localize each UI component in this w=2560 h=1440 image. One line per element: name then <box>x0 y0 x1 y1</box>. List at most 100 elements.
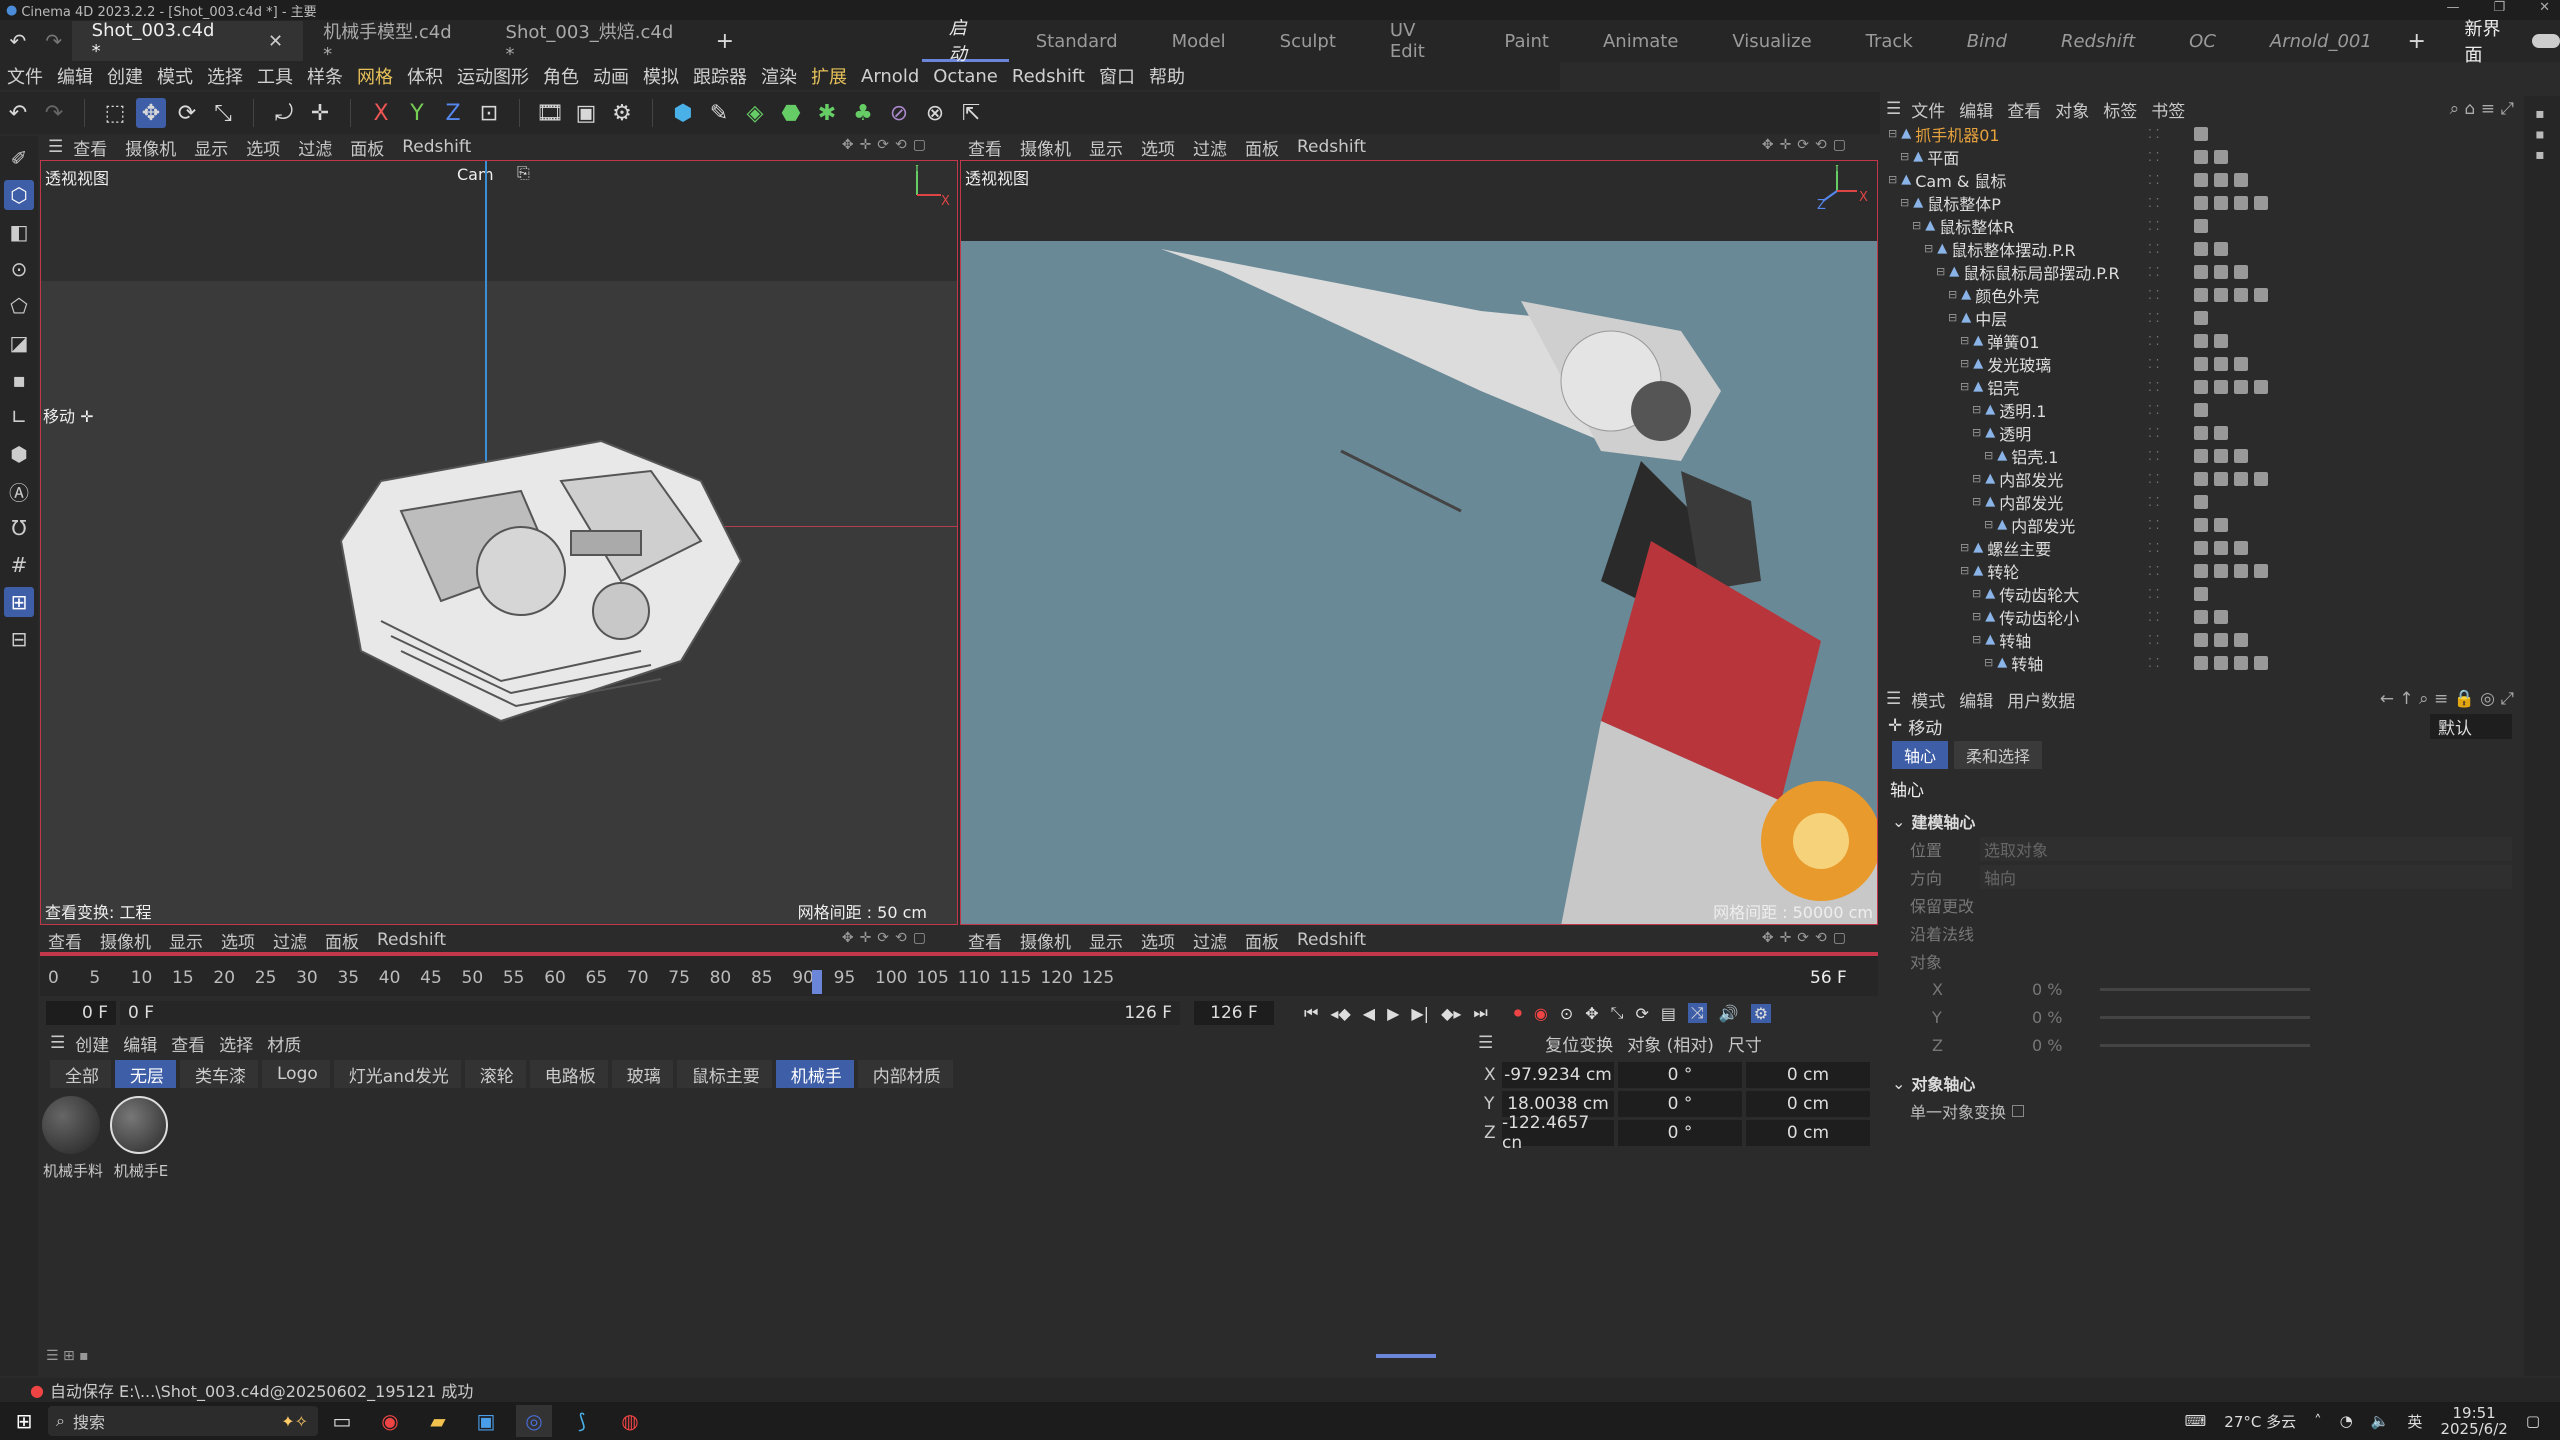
vp-menu-panel[interactable]: 面板 <box>350 135 384 160</box>
close-icon[interactable]: ✕ <box>268 31 283 52</box>
obj-menu-tags[interactable]: 标签 <box>2103 97 2137 122</box>
vp4-menu-view[interactable]: 查看 <box>968 928 1002 953</box>
object-tags[interactable] <box>2194 448 2248 463</box>
viewport-perspective-right[interactable]: 透视视图 Y Z X 网格间距 : 50000 cm <box>960 160 1878 925</box>
menu-item[interactable]: 窗口 <box>1092 63 1142 89</box>
solo-icon[interactable]: ⬢ <box>4 439 34 469</box>
vp4-menu-camera[interactable]: 摄像机 <box>1020 928 1071 953</box>
tag-icon[interactable] <box>2194 287 2208 302</box>
vp-menu-camera[interactable]: 摄像机 <box>125 135 176 160</box>
redo-icon[interactable]: ↷ <box>39 26 69 56</box>
network-icon[interactable]: ◔ <box>2340 1412 2353 1430</box>
expand-icon[interactable]: ⊟ <box>1948 311 1957 324</box>
visibility-dots[interactable]: ⁚ ⁚ <box>2148 334 2159 348</box>
visibility-dots[interactable]: ⁚ ⁚ <box>2148 449 2159 463</box>
object-row[interactable]: ⊟ ▲ 转轴 ⁚ ⁚ <box>1882 628 2522 651</box>
obj-menu-file[interactable]: 文件 <box>1911 97 1945 122</box>
select-live-icon[interactable]: ⬚ <box>100 98 130 128</box>
close-icon[interactable]: ✕ <box>2539 0 2550 15</box>
object-tags[interactable] <box>2194 264 2248 279</box>
coord-system-icon[interactable]: ⊡ <box>474 98 504 128</box>
object-row[interactable]: ⊟ ▲ 颜色外壳 ⁚ ⁚ <box>1882 283 2522 306</box>
tag-icon[interactable] <box>2194 126 2208 141</box>
scale-tool-icon[interactable]: ⤡ <box>208 98 238 128</box>
axis-value[interactable]: 0 % <box>2032 980 2092 999</box>
doc-tab-robot-model[interactable]: 机械手模型.c4d * <box>303 21 485 65</box>
menu-item[interactable]: 网格 <box>350 63 400 89</box>
keyframe-selection-icon[interactable]: ⊙ <box>1560 1004 1573 1023</box>
tag-icon[interactable] <box>2214 563 2228 578</box>
go-to-start-icon[interactable]: ⏮ <box>1304 1003 1318 1023</box>
object-row[interactable]: ⊟ ▲ 弹簧01 ⁚ ⁚ <box>1882 329 2522 352</box>
tag-icon[interactable] <box>2194 448 2208 463</box>
layout-tab[interactable]: Redshift <box>2034 20 2162 62</box>
tray-arrow-icon[interactable]: ˄ <box>2314 1412 2322 1430</box>
new-layout-button[interactable]: 新界面 <box>2464 15 2518 67</box>
render-view-icon[interactable]: 🎞 <box>535 98 565 128</box>
vp2-menu-display[interactable]: 显示 <box>1089 135 1123 160</box>
attr-value[interactable]: 选取对象 <box>1980 837 2512 861</box>
mat-menu-material[interactable]: 材质 <box>267 1031 301 1056</box>
cinema4d-icon[interactable]: ◎ <box>516 1405 552 1437</box>
tag-icon[interactable] <box>2234 379 2248 394</box>
layout-tab[interactable]: Model <box>1145 20 1253 62</box>
menu-item[interactable]: Arnold <box>854 66 926 87</box>
object-tags[interactable] <box>2194 149 2228 164</box>
group-object-pivot[interactable]: ⌄ 对象轴心 <box>1882 1069 2522 1097</box>
weather-text[interactable]: 27°C 多云 <box>2224 1411 2296 1432</box>
generator-icon[interactable]: ⬣ <box>776 98 806 128</box>
tag-icon[interactable] <box>2194 655 2208 670</box>
vp3-menu-view[interactable]: 查看 <box>48 928 82 953</box>
viewport-perspective-left[interactable]: 透视视图 Cam ⎘ 移动 ✛ Y X 查看变换: 工程 网格间距 : 50 c… <box>40 160 958 925</box>
expand-icon[interactable]: ⊟ <box>1924 242 1933 255</box>
expand-icon[interactable]: ⊟ <box>1972 610 1981 623</box>
search-icon[interactable]: ⌕ ⌂ ≡ ⤢ <box>2450 99 2514 119</box>
material-layer-tab[interactable]: 类车漆 <box>180 1060 258 1088</box>
expand-icon[interactable]: ⊟ <box>1936 265 1945 278</box>
vp-menu-display[interactable]: 显示 <box>194 135 228 160</box>
field-icon[interactable]: ⊘ <box>884 98 914 128</box>
expand-icon[interactable]: ⊟ <box>1960 380 1969 393</box>
object-tags[interactable] <box>2194 609 2228 624</box>
scale-key-icon[interactable]: ⤡ <box>1611 1003 1624 1023</box>
texture-mode-icon[interactable]: ◧ <box>4 217 34 247</box>
object-tags[interactable] <box>2194 494 2208 509</box>
object-row[interactable]: ⊟ ▲ 传动齿轮小 ⁚ ⁚ <box>1882 605 2522 628</box>
tag-icon[interactable] <box>2234 356 2248 371</box>
material-layer-tab[interactable]: 机械手 <box>775 1060 854 1088</box>
tag-icon[interactable] <box>2234 287 2248 302</box>
minimize-icon[interactable]: — <box>2446 0 2459 15</box>
visibility-dots[interactable]: ⁚ ⁚ <box>2148 564 2159 578</box>
start-frame-field[interactable]: 0 F <box>46 1001 116 1025</box>
object-row[interactable]: ⊟ ▲ 铝壳 ⁚ ⁚ <box>1882 375 2522 398</box>
object-tags[interactable] <box>2194 402 2208 417</box>
object-tags[interactable] <box>2194 586 2208 601</box>
menu-item[interactable]: 跟踪器 <box>686 63 754 89</box>
tag-icon[interactable] <box>2194 609 2208 624</box>
sound-icon[interactable]: 🔊 <box>1719 1004 1739 1023</box>
robot-arm-render[interactable] <box>961 161 1878 925</box>
tag-icon[interactable] <box>2254 655 2268 670</box>
tag-icon[interactable] <box>2254 195 2268 210</box>
size-field[interactable]: 0 cm <box>1746 1090 1870 1117</box>
axis-slider[interactable] <box>2100 1043 2310 1047</box>
expand-icon[interactable]: ⊟ <box>1900 150 1909 163</box>
store-icon[interactable]: ▣ <box>468 1405 504 1437</box>
redo-icon[interactable]: ↷ <box>39 98 69 128</box>
tag-icon[interactable] <box>2194 517 2208 532</box>
expand-icon[interactable]: ⊟ <box>1972 403 1981 416</box>
vp3-menu-camera[interactable]: 摄像机 <box>100 928 151 953</box>
menu-item[interactable]: 帮助 <box>1142 63 1192 89</box>
menu-item[interactable]: 角色 <box>536 63 586 89</box>
layout-tab[interactable]: 启动 <box>921 18 1009 65</box>
vp4-menu-filter[interactable]: 过滤 <box>1193 928 1227 953</box>
axis-mode-icon[interactable]: ∟ <box>4 402 34 432</box>
tab-soft-selection[interactable]: 柔和选择 <box>1954 741 2043 769</box>
material-swatch[interactable]: 机械手E <box>110 1096 172 1181</box>
visibility-dots[interactable]: ⁚ ⁚ <box>2148 656 2159 670</box>
hamburger-icon[interactable]: ☰ <box>48 137 63 157</box>
vp4-menu-redshift[interactable]: Redshift <box>1297 930 1366 950</box>
tag-icon[interactable] <box>2214 609 2228 624</box>
subdivision-icon[interactable]: ◈ <box>740 98 770 128</box>
expand-icon[interactable]: ⊟ <box>1972 633 1981 646</box>
